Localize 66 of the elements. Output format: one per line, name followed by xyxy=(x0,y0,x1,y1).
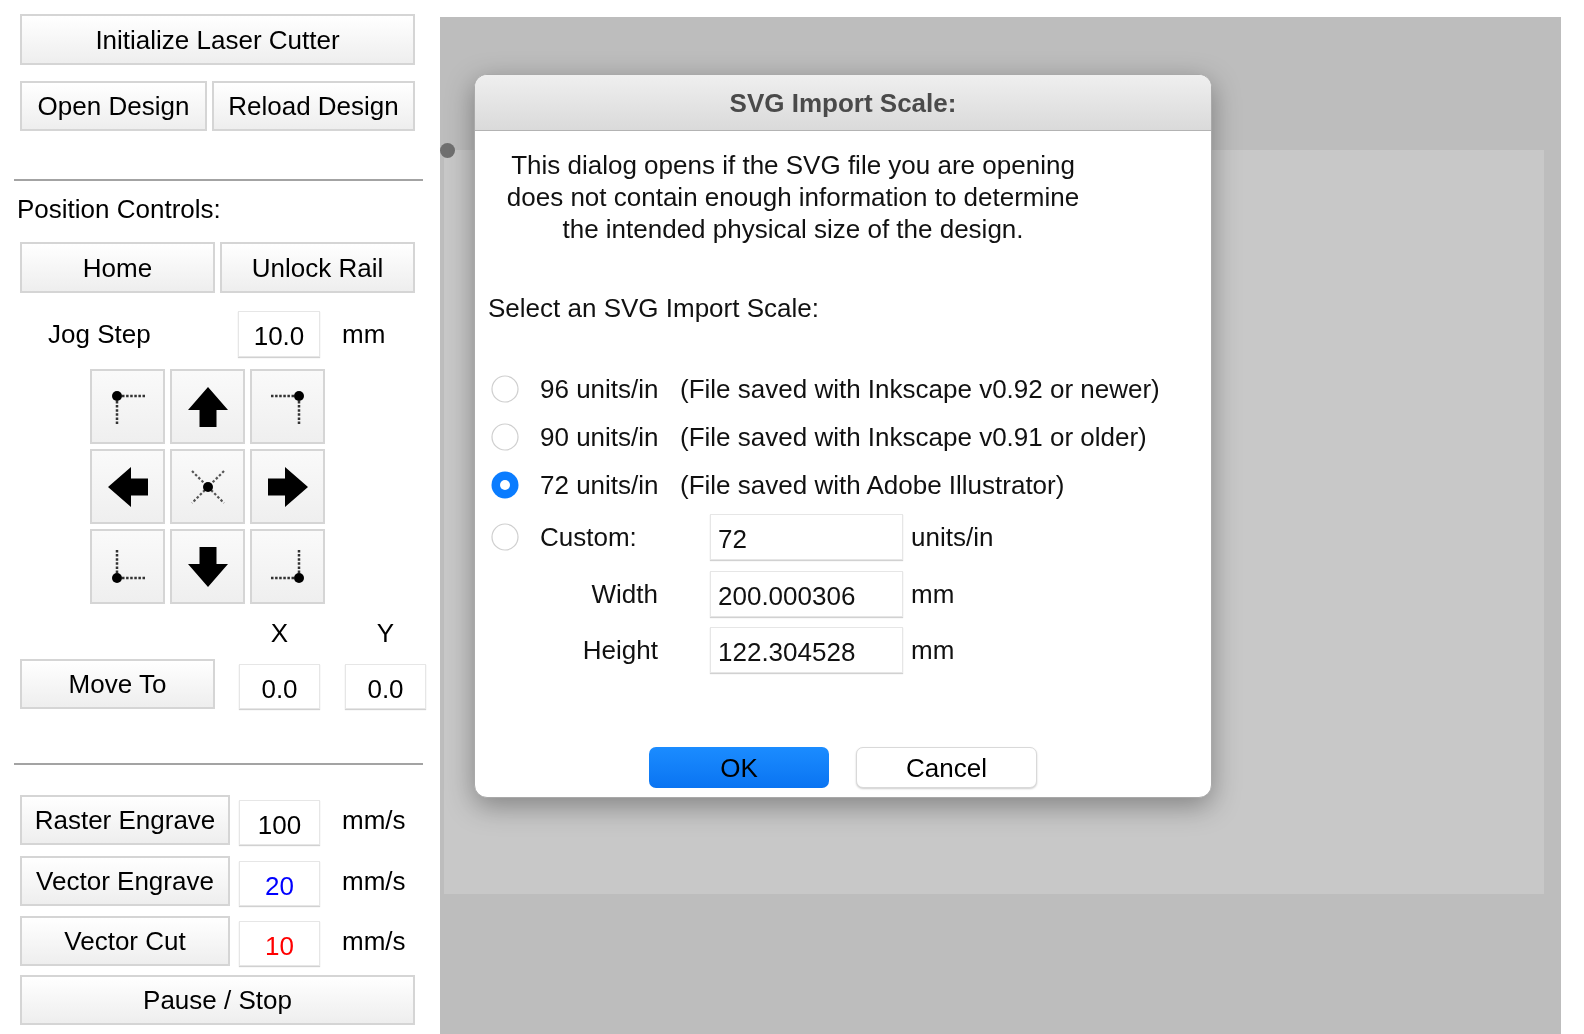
unit-label: mm xyxy=(342,321,386,347)
open-design-button[interactable]: Open Design xyxy=(20,81,207,131)
radio-button[interactable] xyxy=(491,523,519,551)
jog-button[interactable] xyxy=(90,449,165,524)
jog-button[interactable] xyxy=(250,449,325,524)
jog-button[interactable] xyxy=(250,529,325,604)
left-arrow-icon xyxy=(107,466,148,507)
unit-label: mm xyxy=(911,577,955,611)
dotted-corner-icon xyxy=(270,549,305,584)
option-note: (File saved with Adobe Illustrator) xyxy=(680,468,1065,502)
radio-button[interactable] xyxy=(491,375,519,403)
option-value: 96 units/in xyxy=(540,372,660,406)
dotted-cross-icon xyxy=(190,469,225,504)
jog-step-field[interactable]: 10.0 xyxy=(238,311,320,357)
radio-button[interactable] xyxy=(491,423,519,451)
unit-label: units/in xyxy=(911,520,994,554)
dialog-message: This dialog opens if the SVG file you are opening does not contain enough information to determine the intended physical size of the design. xyxy=(505,149,1081,245)
vector-cut-button[interactable]: Vector Cut xyxy=(20,916,230,966)
custom-label: Custom: xyxy=(540,520,638,554)
unit-label: mm/s xyxy=(342,928,406,954)
axis-label: X xyxy=(270,619,289,647)
jog-button[interactable] xyxy=(250,369,325,444)
unit-label: mm xyxy=(911,633,955,667)
initialize-button[interactable]: Initialize Laser Cutter xyxy=(20,14,415,65)
radio-button[interactable] xyxy=(491,471,519,499)
up-arrow-icon xyxy=(187,386,228,427)
size-field[interactable]: 200.000306 xyxy=(710,571,903,617)
home-button[interactable]: Home xyxy=(20,242,215,293)
dot-icon xyxy=(440,143,455,158)
unit-label: mm/s xyxy=(342,807,406,833)
y-coordinate-field[interactable]: 0.0 xyxy=(345,664,426,709)
axis-label: Y xyxy=(376,619,395,647)
size-label: Width xyxy=(590,577,658,611)
pause-stop-button[interactable]: Pause / Stop xyxy=(20,975,415,1025)
option-note: (File saved with Inkscape v0.91 or older) xyxy=(680,420,1147,454)
dotted-corner-icon xyxy=(110,549,145,584)
reload-design-button[interactable]: Reload Design xyxy=(212,81,415,131)
ok-button[interactable]: OK xyxy=(649,747,829,788)
section-heading: Position Controls: xyxy=(17,195,221,223)
speed-field[interactable]: 100 xyxy=(239,800,320,845)
unlock-rail-button[interactable]: Unlock Rail xyxy=(220,242,415,293)
jog-button[interactable] xyxy=(90,529,165,604)
speed-field[interactable]: 10 xyxy=(239,921,320,966)
jog-button[interactable] xyxy=(170,529,245,604)
move-to-button[interactable]: Move To xyxy=(20,659,215,709)
dotted-corner-icon xyxy=(110,389,145,424)
raster-engrave-button[interactable]: Raster Engrave xyxy=(20,795,230,845)
speed-field[interactable]: 20 xyxy=(239,861,320,906)
right-arrow-icon xyxy=(267,466,308,507)
option-value: 90 units/in xyxy=(540,420,660,454)
option-note: (File saved with Inkscape v0.92 or newer) xyxy=(680,372,1160,406)
size-label: Height xyxy=(581,633,658,667)
jog-button[interactable] xyxy=(90,369,165,444)
dialog-title: SVG Import Scale: xyxy=(729,89,957,116)
custom-scale-field[interactable]: 72 xyxy=(710,514,903,560)
down-arrow-icon xyxy=(187,546,228,587)
cancel-button[interactable]: Cancel xyxy=(856,747,1037,788)
option-value: 72 units/in xyxy=(540,468,660,502)
jog-step-label: Jog Step xyxy=(48,321,152,347)
dotted-corner-icon xyxy=(270,389,305,424)
jog-button[interactable] xyxy=(170,369,245,444)
size-field[interactable]: 122.304528 xyxy=(710,627,903,673)
x-coordinate-field[interactable]: 0.0 xyxy=(239,664,320,709)
vector-engrave-button[interactable]: Vector Engrave xyxy=(20,856,230,906)
unit-label: mm/s xyxy=(342,868,406,894)
prompt-label: Select an SVG Import Scale: xyxy=(488,292,819,324)
